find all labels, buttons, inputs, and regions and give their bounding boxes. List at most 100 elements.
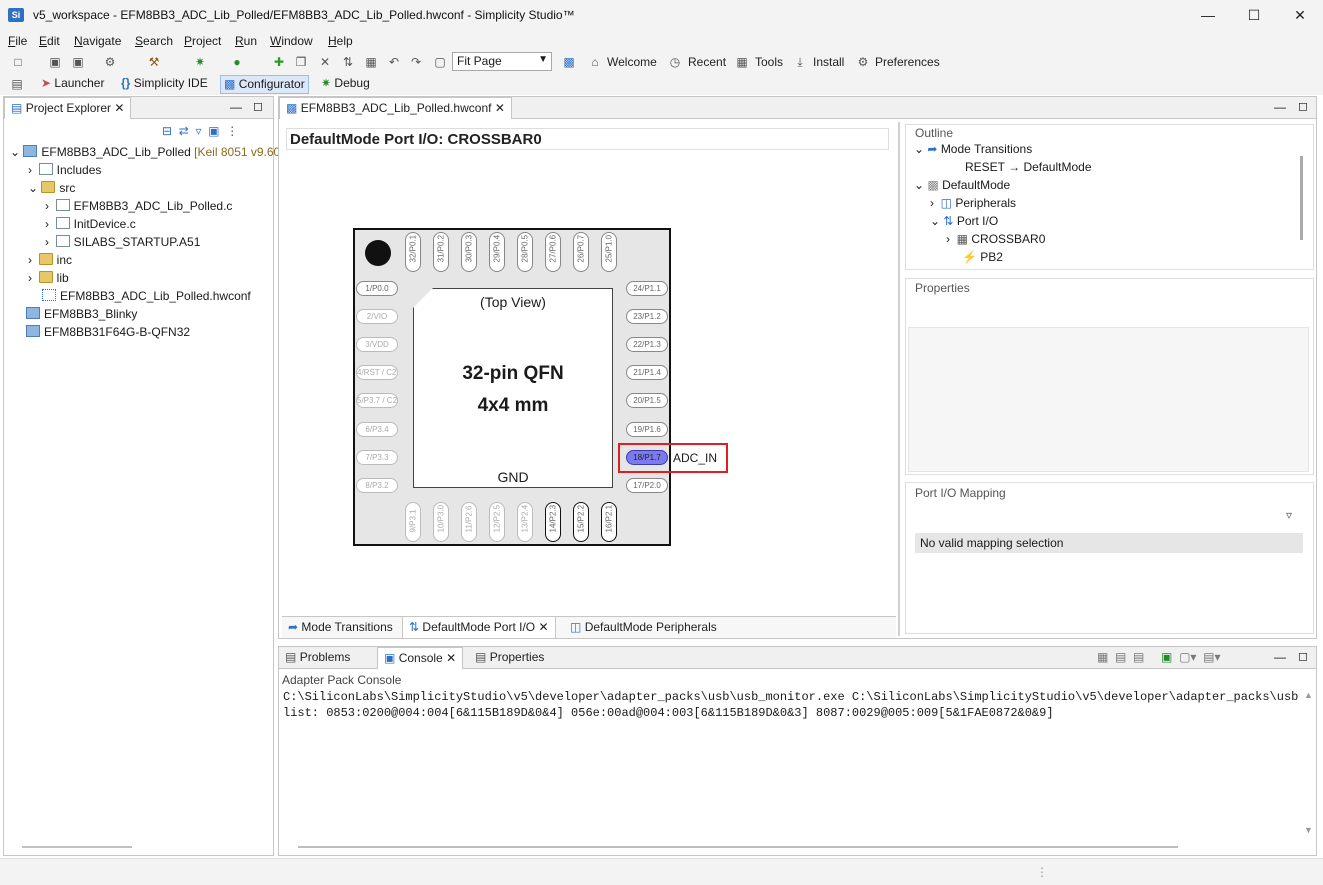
pin-top[interactable]: 30/P0.3	[461, 232, 477, 272]
tree-item-blinky[interactable]: EFM8BB3_Blinky	[26, 307, 137, 321]
chevron-down-icon[interactable]: ⌄	[28, 181, 38, 195]
outline-item-reset[interactable]: RESET → DefaultMode	[965, 160, 1092, 174]
pin-top[interactable]: 31/P0.2	[433, 232, 449, 272]
maximize-view-icon[interactable]: ◻	[1298, 649, 1308, 663]
pin-console-icon[interactable]: ▣	[1161, 650, 1172, 664]
menu-window[interactable]: Window	[270, 34, 313, 48]
pin-left[interactable]: 4/RST / C2...	[356, 365, 398, 380]
pin-left[interactable]: 3/VDD	[356, 337, 398, 352]
recent-button[interactable]: Recent	[688, 55, 726, 69]
tab-port-io[interactable]: ⇅ DefaultMode Port I/O ✕	[402, 616, 556, 638]
undo-icon[interactable]: ↶	[386, 54, 402, 70]
welcome-button[interactable]: Welcome	[607, 55, 657, 69]
chevron-down-icon[interactable]: ⌄	[914, 142, 924, 156]
home-icon[interactable]: ⌂	[587, 54, 603, 70]
chevron-down-icon[interactable]: ▾	[1214, 650, 1220, 664]
filter-icon[interactable]: ▿	[1286, 508, 1292, 522]
outline-item-crossbar[interactable]: › ▦ CROSSBAR0	[946, 232, 1045, 246]
pin-bottom[interactable]: 13/P2.4	[517, 502, 533, 542]
outline-item-pb2[interactable]: ⚡ PB2	[962, 250, 1003, 264]
tools-button[interactable]: Tools	[755, 55, 783, 69]
build-icon[interactable]: ⚒	[146, 54, 162, 70]
debug-icon[interactable]: ✷	[192, 54, 208, 70]
clear-console-icon[interactable]: ▦	[1097, 650, 1108, 664]
menu-edit[interactable]: Edit	[39, 34, 60, 48]
tree-item-src[interactable]: ⌄ src	[28, 181, 75, 195]
close-icon[interactable]: ✕	[538, 620, 548, 634]
pin-right[interactable]: 21/P1.4	[626, 365, 668, 380]
chevron-right-icon[interactable]: ›	[45, 217, 49, 231]
pin-left[interactable]: 8/P3.2	[356, 478, 398, 493]
minimize-view-icon[interactable]: —	[1274, 100, 1286, 114]
tab-peripherals[interactable]: ◫ DefaultMode Peripherals	[564, 617, 723, 639]
horizontal-scrollbar[interactable]	[298, 846, 1178, 848]
run-icon[interactable]: ●	[229, 54, 245, 70]
menu-help[interactable]: Help	[328, 34, 353, 48]
pin-left[interactable]: 7/P3.3	[356, 450, 398, 465]
pin-top[interactable]: 29/P0.4	[489, 232, 505, 272]
focus-icon[interactable]: ▣	[208, 124, 219, 138]
word-wrap-icon[interactable]: ▤	[1133, 650, 1144, 664]
minimize-view-icon[interactable]: —	[230, 100, 242, 114]
menu-navigate[interactable]: Navigate	[74, 34, 121, 48]
filter-icon[interactable]: ⇅	[340, 54, 356, 70]
chevron-right-icon[interactable]: ›	[28, 271, 32, 285]
display-console-icon[interactable]: ▢	[1179, 650, 1190, 664]
pin-bottom[interactable]: 11/P2.6	[461, 502, 477, 542]
chevron-down-icon[interactable]: ⌄	[914, 178, 924, 192]
pin-top[interactable]: 28/P0.5	[517, 232, 533, 272]
tree-item-startup[interactable]: › SILABS_STARTUP.A51	[45, 235, 200, 249]
minimize-button[interactable]: —	[1185, 0, 1231, 31]
scroll-up-icon[interactable]: ▲	[1304, 690, 1313, 700]
pin-bottom[interactable]: 12/P2.5	[489, 502, 505, 542]
maximize-view-icon[interactable]: ◻	[253, 99, 263, 113]
pin-right[interactable]: 19/P1.6	[626, 422, 668, 437]
tab-properties[interactable]: ▤ Properties	[469, 647, 550, 669]
chevron-right-icon[interactable]: ›	[45, 235, 49, 249]
view-menu-icon[interactable]: ⋮	[226, 124, 238, 138]
chevron-right-icon[interactable]: ›	[45, 199, 49, 213]
pin-top[interactable]: 25/P1.0	[601, 232, 617, 272]
maximize-button[interactable]: ☐	[1231, 0, 1277, 31]
outline-item-defaultmode[interactable]: ⌄ ▩ DefaultMode	[914, 178, 1010, 192]
tree-item-includes[interactable]: › Includes	[28, 163, 101, 177]
new-icon[interactable]: □	[10, 54, 26, 70]
menu-search[interactable]: Search	[135, 34, 173, 48]
chevron-right-icon[interactable]: ›	[930, 196, 934, 210]
close-button[interactable]: ✕	[1277, 0, 1323, 31]
pin-top[interactable]: 27/P0.6	[545, 232, 561, 272]
open-console-icon[interactable]: ▤	[1203, 650, 1214, 664]
page-icon[interactable]: ▢	[432, 54, 448, 70]
tree-item-qfn32[interactable]: EFM8BB31F64G-B-QFN32	[26, 325, 190, 339]
pin-bottom[interactable]: 14/P2.3	[545, 502, 561, 542]
zoom-select[interactable]: Fit Page ▼	[452, 52, 552, 71]
chevron-down-icon[interactable]: ⌄	[10, 145, 20, 159]
tree-item-initdevice[interactable]: › InitDevice.c	[45, 217, 136, 231]
pin-right[interactable]: 23/P1.2	[626, 309, 668, 324]
pin-bottom[interactable]: 15/P2.2	[573, 502, 589, 542]
tab-console[interactable]: ▣ Console ✕	[377, 647, 464, 669]
save-icon[interactable]: ▣	[47, 54, 63, 70]
filter-icon[interactable]: ▿	[195, 124, 201, 138]
close-icon[interactable]: ✕	[495, 101, 505, 115]
perspective-launcher[interactable]: ➤ Launcher	[38, 75, 107, 94]
save-all-icon[interactable]: ▣	[70, 54, 86, 70]
outline-scrollbar[interactable]	[1300, 156, 1303, 240]
perspective-ide[interactable]: {} Simplicity IDE	[118, 75, 211, 94]
preferences-button[interactable]: Preferences	[875, 55, 940, 69]
horizontal-scrollbar[interactable]	[22, 846, 132, 848]
tree-item-main-c[interactable]: › EFM8BB3_ADC_Lib_Polled.c	[45, 199, 232, 213]
pin-left[interactable]: 6/P3.4	[356, 422, 398, 437]
perspective-configurator[interactable]: ▩ Configurator	[220, 75, 309, 94]
tree-item-project[interactable]: ⌄ EFM8BB3_ADC_Lib_Polled [Keil 8051 v9.6…	[10, 145, 290, 159]
pin-left[interactable]: 5/P3.7 / C2D	[356, 393, 398, 408]
chevron-down-icon[interactable]: ⌄	[930, 214, 940, 228]
chevron-right-icon[interactable]: ›	[28, 253, 32, 267]
chip-icon[interactable]: ▩	[561, 54, 577, 70]
chevron-right-icon[interactable]: ›	[28, 163, 32, 177]
pin-right[interactable]: 24/P1.1	[626, 281, 668, 296]
validate-icon[interactable]: ▦	[363, 54, 379, 70]
debug-config-icon[interactable]: ⚙	[102, 54, 118, 70]
scroll-lock-icon[interactable]: ▤	[1115, 650, 1126, 664]
pin-bottom[interactable]: 10/P3.0	[433, 502, 449, 542]
